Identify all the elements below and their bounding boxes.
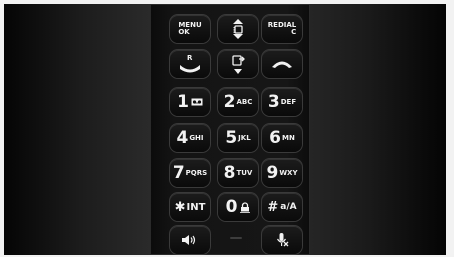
key-2[interactable]: 2 ABC [218,88,258,116]
photo-frame: MENU OK REDIAL C R 1 2 ABC 3 DEF 4 GHI 5… [4,4,446,255]
letters-9: WXY [279,168,298,177]
digit-7: 7 [172,162,185,183]
nav-updown-icon [233,19,243,39]
phone-hangup-icon [272,61,292,68]
letters-4: GHI [189,133,204,142]
digit-3: 3 [267,91,280,112]
center-divider [230,237,242,239]
letters-6: MN [282,133,295,142]
background-right [306,4,446,255]
background-left [4,4,150,255]
mic-mute-icon [277,233,289,247]
digit-1: 1 [177,91,189,112]
key-8[interactable]: 8 TUV [218,159,258,187]
key-0[interactable]: 0 [218,193,258,221]
phone-pickup-icon [180,65,200,73]
int-label: INT [186,201,206,213]
key-1[interactable]: 1 [170,88,210,116]
key-6[interactable]: 6 MN [262,124,302,152]
menu-ok-key[interactable]: MENU OK [170,15,210,43]
letters-5: JKL [238,133,251,142]
letters-8: TUV [236,168,253,177]
lock-icon [240,201,251,213]
speaker-key[interactable] [170,226,210,254]
phone-handset: MENU OK REDIAL C R 1 2 ABC 3 DEF 4 GHI 5… [150,4,310,255]
star-symbol: ✱ [174,199,186,215]
digit-9: 9 [266,162,279,183]
phonebook-key[interactable] [218,50,258,78]
key-9[interactable]: 9 WXY [262,159,302,187]
ok-label: OK [178,28,190,36]
letters-2: ABC [236,97,253,106]
key-5[interactable]: 5 JKL [218,124,258,152]
key-3[interactable]: 3 DEF [262,88,302,116]
phonebook-transfer-icon [232,55,245,74]
key-7[interactable]: 7 PQRS [170,159,210,187]
digit-5: 5 [225,127,238,148]
r-label: R [187,54,193,62]
key-4[interactable]: 4 GHI [170,124,210,152]
c-label: C [291,28,297,36]
key-star[interactable]: ✱ INT [170,193,210,221]
digit-0: 0 [225,196,238,217]
voicemail-icon [191,98,203,106]
hangup-key[interactable] [262,50,302,78]
digit-6: 6 [269,127,281,148]
case-label: a/A [280,202,297,212]
mute-key[interactable] [262,226,302,254]
call-r-key[interactable]: R [170,50,210,78]
hash-symbol: # [267,199,279,215]
key-hash[interactable]: # a/A [262,193,302,221]
letters-7: PQRS [185,168,208,177]
letters-3: DEF [280,97,297,106]
digit-4: 4 [176,127,189,148]
digit-2: 2 [223,91,236,112]
speaker-icon [182,235,196,245]
nav-updown-key[interactable] [218,15,258,43]
redial-c-key[interactable]: REDIAL C [262,15,302,43]
digit-8: 8 [223,162,236,183]
